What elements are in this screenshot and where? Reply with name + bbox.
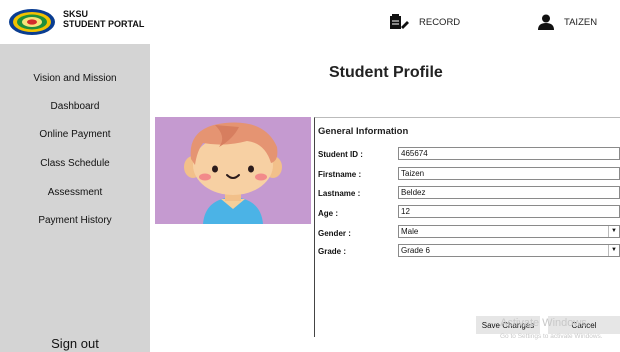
gender-label: Gender :: [318, 229, 351, 238]
gender-select[interactable]: Male ▼: [398, 225, 620, 238]
sidebar-item-assessment[interactable]: Assessment: [0, 187, 150, 198]
sidebar: Vision and Mission Dashboard Online Paym…: [0, 44, 150, 352]
grade-select[interactable]: Grade 6 ▼: [398, 244, 620, 257]
brand-line-2: STUDENT PORTAL: [63, 19, 145, 29]
age-label: Age :: [318, 209, 338, 218]
age-field[interactable]: [398, 205, 620, 218]
grade-selected-value: Grade 6: [401, 246, 430, 255]
grade-label: Grade :: [318, 247, 347, 256]
boy-avatar-illustration: [184, 122, 282, 224]
profile-avatar: [155, 117, 311, 224]
sidebar-item-vision-mission[interactable]: Vision and Mission: [0, 73, 150, 84]
section-heading: General Information: [318, 126, 409, 137]
user-name: TAIZEN: [564, 16, 598, 28]
firstname-field[interactable]: [398, 167, 620, 180]
school-seal-logo: [9, 9, 55, 35]
record-icon: [390, 14, 409, 29]
user-icon: [538, 14, 554, 30]
dropdown-arrow-icon[interactable]: ▼: [608, 226, 619, 237]
header-bar: SKSU STUDENT PORTAL RECORD TAIZEN: [0, 0, 620, 44]
page-title: Student Profile: [329, 64, 443, 81]
user-menu[interactable]: TAIZEN: [538, 12, 597, 32]
save-changes-button[interactable]: Save Changes: [476, 316, 540, 334]
cancel-button[interactable]: Cancel: [548, 316, 620, 334]
firstname-label: Firstname :: [318, 170, 362, 179]
record-label: RECORD: [419, 16, 461, 28]
record-nav[interactable]: RECORD: [389, 12, 460, 32]
sidebar-item-payment-history[interactable]: Payment History: [0, 215, 150, 226]
lastname-label: Lastname :: [318, 189, 361, 198]
sidebar-item-online-payment[interactable]: Online Payment: [0, 129, 150, 140]
lastname-field[interactable]: [398, 186, 620, 199]
gender-selected-value: Male: [401, 227, 419, 236]
student-id-label: Student ID :: [318, 150, 363, 159]
sidebar-item-dashboard[interactable]: Dashboard: [0, 101, 150, 112]
brand-name: SKSU STUDENT PORTAL: [63, 9, 144, 29]
brand-line-1: SKSU: [63, 9, 89, 19]
dropdown-arrow-icon[interactable]: ▼: [608, 245, 619, 256]
sign-out-button[interactable]: Sign out: [0, 336, 150, 351]
sidebar-item-class-schedule[interactable]: Class Schedule: [0, 158, 150, 169]
student-id-field[interactable]: [398, 147, 620, 160]
